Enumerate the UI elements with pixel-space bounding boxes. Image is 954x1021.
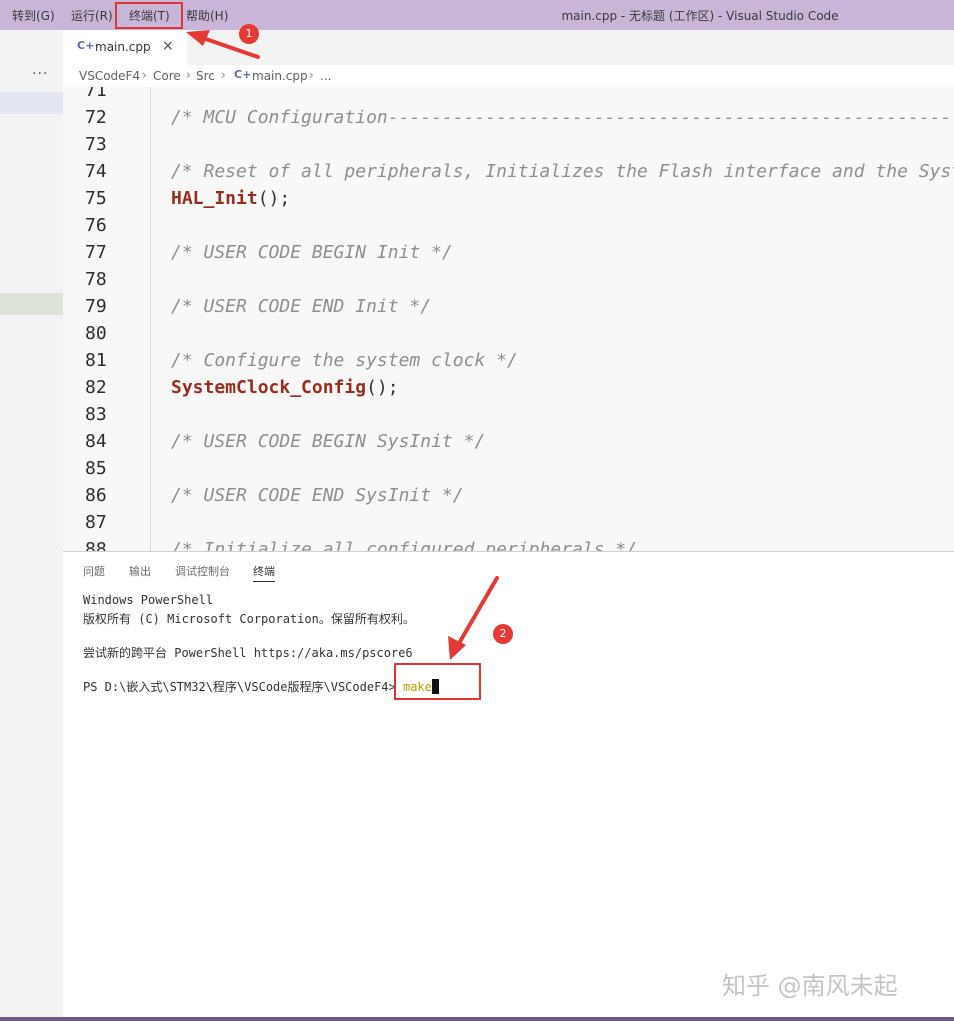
function-name: SystemClock_Config [171,377,367,398]
window-title: main.cpp - 无标题 (工作区) - Visual Studio Cod… [561,9,839,23]
bottom-border [0,1017,954,1021]
line-number: 80 [85,323,107,344]
line-number: 77 [85,242,107,263]
line-number: 81 [85,350,107,371]
code-line[interactable]: 72 /* MCU Configuration------------------… [63,104,954,131]
line-number: 85 [85,458,107,479]
terminal-line: 尝试新的跨平台 PowerShell https://aka.ms/pscore… [83,646,413,660]
code-line[interactable]: 85 [63,455,954,482]
terminal-line: Windows PowerShell [83,593,214,607]
breadcrumb-item-main-cpp[interactable]: main.cpp [252,69,308,83]
terminal-prompt-line[interactable]: PS D:\嵌入式\STM32\程序\VSCode版程序\VSCodeF4> m… [83,678,439,695]
line-number: 88 [85,539,107,551]
line-number: 84 [85,431,107,452]
code-line[interactable]: 86 /* USER CODE END SysInit */ [63,482,954,509]
terminal-prompt: PS D:\嵌入式\STM32\程序\VSCode版程序\VSCodeF4> [83,680,403,694]
breadcrumb-item-symbols[interactable]: ... [320,69,331,83]
line-number: 76 [85,215,107,236]
line-number: 75 [85,188,107,209]
line-number: 79 [85,296,107,317]
terminal-line: 版权所有 (C) Microsoft Corporation。保留所有权利。 [83,612,415,626]
code-line[interactable]: 83 [63,401,954,428]
code-content: HAL_Init(); [171,185,290,212]
sidebar-highlight-row [0,293,63,315]
code-line[interactable]: 84 /* USER CODE BEGIN SysInit */ [63,428,954,455]
tab-terminal[interactable]: 终端 [253,563,275,582]
breadcrumb: VSCodeF4 › Core › Src › C+ main.cpp › ..… [63,65,954,87]
code-line[interactable]: 81 /* Configure the system clock */ [63,347,954,374]
line-number: 72 [85,107,107,128]
menu-run[interactable]: 运行(R) [71,7,113,24]
code-content: /* USER CODE BEGIN SysInit */ [171,431,486,452]
chevron-right-icon: › [221,68,226,82]
code-line[interactable]: 73 [63,131,954,158]
close-icon[interactable]: × [162,38,174,54]
cpp-file-icon: C+ [234,68,252,81]
chevron-right-icon: › [142,68,147,82]
chevron-right-icon: › [186,68,191,82]
code-line[interactable]: 76 [63,212,954,239]
menu-help[interactable]: 帮助(H) [186,7,228,24]
code-line[interactable]: 75 HAL_Init(); [63,185,954,212]
breadcrumb-item-core[interactable]: Core [153,69,181,83]
code-content: /* Configure the system clock */ [171,350,518,371]
tab-debug-console[interactable]: 调试控制台 [175,563,230,579]
code-line[interactable]: 74 /* Reset of all peripherals, Initializ… [63,158,954,185]
breadcrumb-item-vscodef4[interactable]: VSCodeF4 [79,69,140,83]
code-content: /* Initialize all configured peripherals… [171,539,637,551]
step-badge-2: 2 [493,624,513,644]
line-number: 74 [85,161,107,182]
punctuation: (); [366,377,399,398]
code-content: /* USER CODE END SysInit */ [171,485,464,506]
cpp-file-icon: C+ [77,39,95,52]
tab-bar: C+ main.cpp × [63,30,954,65]
code-content: /* USER CODE END Init */ [171,296,432,317]
code-editor[interactable]: 71 72 /* MCU Configuration----------------… [63,87,954,551]
line-number: 82 [85,377,107,398]
line-number: 83 [85,404,107,425]
line-number: 78 [85,269,107,290]
code-line[interactable]: 79 /* USER CODE END Init */ [63,293,954,320]
more-actions-icon[interactable]: ··· [32,66,48,82]
punctuation: (); [257,188,291,209]
highlight-box-terminal-menu [115,2,183,29]
line-number: 73 [85,134,107,155]
code-line[interactable]: 80 [63,320,954,347]
sidebar-selected-row[interactable] [0,92,63,114]
side-bar: ··· [0,30,63,1021]
code-line[interactable]: 82 SystemClock_Config(); [63,374,954,401]
step-badge-1: 1 [239,24,259,44]
watermark: 知乎 @南风未起 [722,972,898,1000]
tab-main-cpp[interactable]: C+ main.cpp × [63,30,187,65]
chevron-right-icon: › [309,68,314,82]
code-content: /* Reset of all peripherals, Initializes… [171,161,954,182]
code-content: /* USER CODE BEGIN Init */ [171,242,453,263]
line-number: 87 [85,512,107,533]
code-line[interactable]: 77 /* USER CODE BEGIN Init */ [63,239,954,266]
tab-problems[interactable]: 问题 [83,563,105,579]
code-line[interactable]: 87 [63,509,954,536]
function-name: HAL_Init [171,188,258,209]
line-number: 71 [85,87,107,101]
code-content: SystemClock_Config(); [171,374,399,401]
code-line[interactable]: 78 [63,266,954,293]
code-line[interactable]: 71 [63,87,954,104]
code-line[interactable]: 88 /* Initialize all configured periphera… [63,536,954,551]
tab-label: main.cpp [95,40,151,54]
code-content: /* MCU Configuration--------------------… [171,107,954,128]
menu-goto[interactable]: 转到(G) [12,7,55,24]
breadcrumb-item-src[interactable]: Src [196,69,215,83]
highlight-box-make-command [394,663,481,700]
tab-output[interactable]: 输出 [129,563,151,579]
line-number: 86 [85,485,107,506]
bottom-panel: 问题 输出 调试控制台 终端 Windows PowerShell 版权所有 (… [63,551,954,1017]
